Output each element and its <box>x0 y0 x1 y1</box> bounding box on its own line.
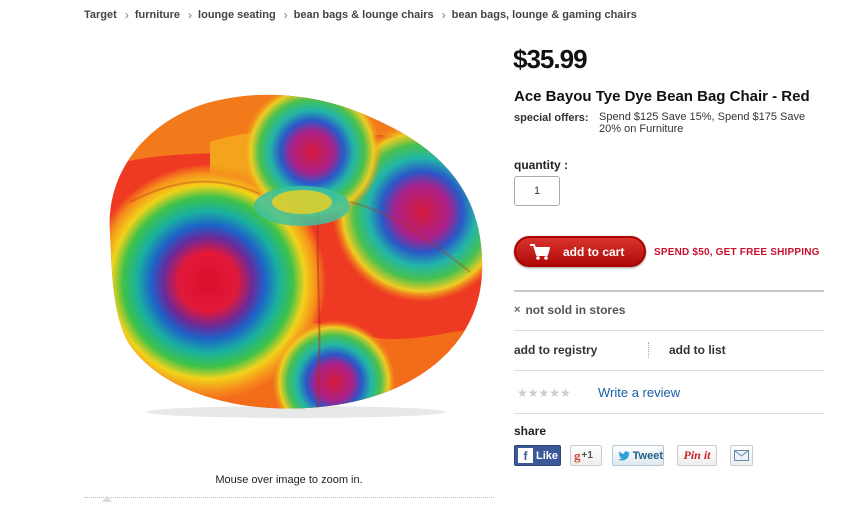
store-availability: × not sold in stores <box>514 303 625 317</box>
divider <box>514 330 824 331</box>
free-shipping-promo[interactable]: SPEND $50, GET FREE SHIPPING <box>654 247 820 258</box>
add-to-cart-label: add to cart <box>563 244 625 259</box>
divider <box>514 290 824 292</box>
add-to-list-link[interactable]: add to list <box>669 343 726 357</box>
email-icon <box>734 450 749 461</box>
breadcrumb-target[interactable]: Target <box>84 9 117 21</box>
special-offers-label: special offers: <box>514 112 589 124</box>
quantity-label: quantity : <box>514 158 568 172</box>
not-sold-in-stores-label: not sold in stores <box>525 303 626 317</box>
facebook-like-label: Like <box>536 449 559 462</box>
divider <box>514 413 824 414</box>
share-label: share <box>514 424 547 438</box>
cart-icon <box>530 243 550 260</box>
google-plus-button[interactable]: g +1 <box>570 445 602 466</box>
facebook-like-button[interactable]: f Like <box>514 445 561 466</box>
chevron-right-icon: › <box>124 8 129 22</box>
divider <box>648 342 649 358</box>
breadcrumb: Target › furniture › lounge seating › be… <box>84 8 637 22</box>
product-price: $35.99 <box>513 44 588 74</box>
divider <box>84 497 494 498</box>
chevron-right-icon: › <box>188 8 193 22</box>
quantity-input[interactable] <box>514 176 560 206</box>
caret-up-icon <box>102 496 112 502</box>
facebook-icon: f <box>518 448 533 463</box>
twitter-bird-icon <box>618 451 630 461</box>
email-share-button[interactable] <box>730 445 753 466</box>
breadcrumb-furniture[interactable]: furniture <box>135 9 180 21</box>
zoom-hint: Mouse over image to zoom in. <box>215 474 363 486</box>
special-offers-text: Spend $125 Save 15%, Spend $175 Save 20%… <box>599 111 806 135</box>
breadcrumb-bean-bags-lounge-chairs[interactable]: bean bags & lounge chairs <box>294 9 434 21</box>
tweet-label: Tweet <box>632 449 663 462</box>
chevron-right-icon: › <box>441 8 446 22</box>
breadcrumb-lounge-seating[interactable]: lounge seating <box>198 9 276 21</box>
divider <box>514 370 824 371</box>
product-title: Ace Bayou Tye Dye Bean Bag Chair - Red <box>514 88 810 105</box>
add-to-registry-link[interactable]: add to registry <box>514 343 597 357</box>
google-plus-icon: g <box>574 447 581 463</box>
product-image[interactable] <box>90 82 490 422</box>
add-to-cart-button[interactable]: add to cart <box>514 236 646 267</box>
google-plus-label: +1 <box>581 450 593 461</box>
tweet-button[interactable]: Tweet <box>612 445 664 466</box>
chevron-right-icon: › <box>283 8 288 22</box>
pinterest-button[interactable]: Pin it <box>677 445 717 466</box>
write-review-link[interactable]: Write a review <box>598 385 680 400</box>
bean-bag-illustration <box>109 94 483 418</box>
breadcrumb-gaming-chairs[interactable]: bean bags, lounge & gaming chairs <box>452 9 637 21</box>
close-x-icon: × <box>514 304 521 316</box>
rating-stars: ★★★★★ <box>517 386 571 400</box>
pinterest-label: Pin it <box>683 448 711 462</box>
